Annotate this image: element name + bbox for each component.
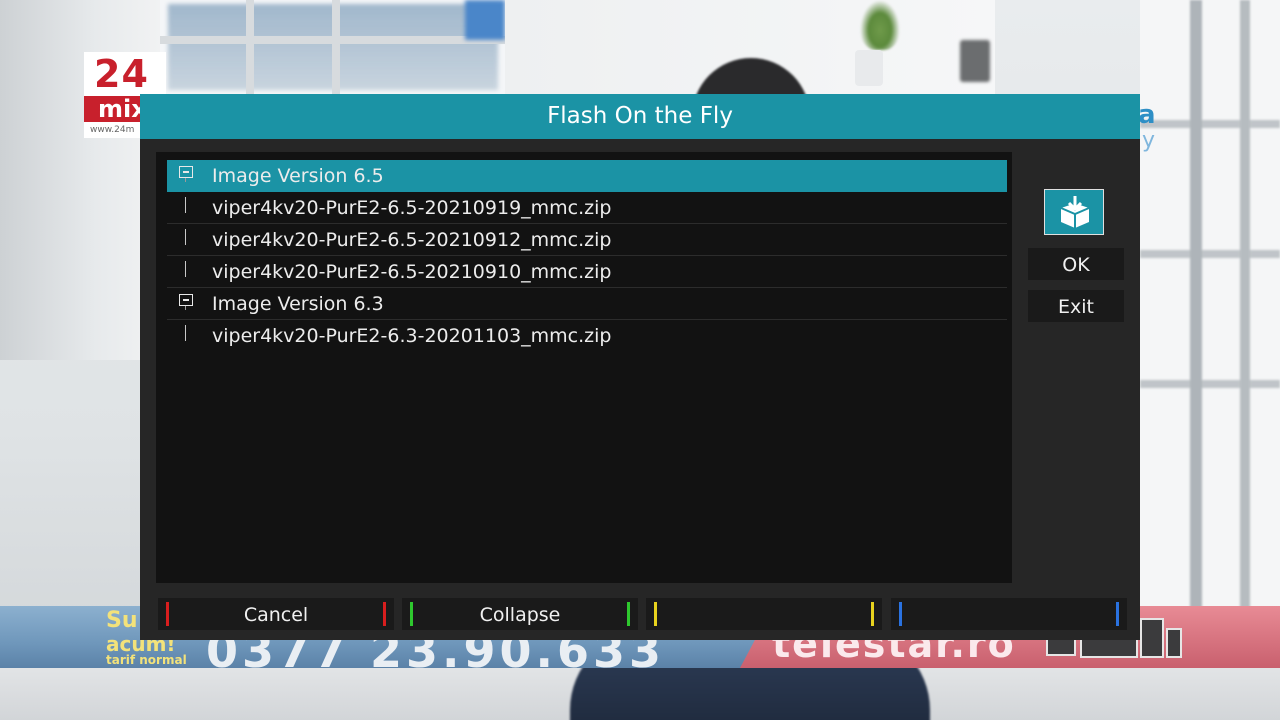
collapse-icon: [179, 166, 193, 182]
dialog-title-bar: Flash On the Fly: [140, 94, 1140, 139]
right-partial-logo-sub: y: [1142, 128, 1156, 153]
background-speaker: [960, 40, 990, 82]
list-group-row[interactable]: Image Version 6.5: [167, 160, 1007, 192]
background-plant-pot: [855, 50, 883, 86]
background-right-window-bars: [1140, 0, 1280, 610]
red-cancel-button[interactable]: Cancel: [158, 598, 394, 630]
red-key-marker: [383, 602, 386, 626]
download-box-icon: [1060, 196, 1090, 228]
ticker-promo-line3: tarif normal: [106, 653, 187, 667]
background-window-grid: [160, 0, 505, 95]
green-key-marker: [627, 602, 630, 626]
red-button-label: Cancel: [243, 604, 309, 626]
flash-on-the-fly-dialog: Flash On the Fly Image Version 6.5 viper…: [140, 94, 1140, 640]
collapse-icon: [179, 294, 193, 310]
green-button-label: Collapse: [479, 604, 561, 626]
channel-logo-number: 24: [94, 52, 149, 96]
yellow-button-label: [646, 598, 882, 630]
yellow-key-marker: [871, 602, 874, 626]
exit-button[interactable]: Exit: [1028, 290, 1124, 322]
list-file-row[interactable]: viper4kv20-PurE2-6.5-20210910_mmc.zip: [167, 256, 1007, 288]
green-collapse-button[interactable]: Collapse: [402, 598, 638, 630]
tablet-device-icon: [1140, 618, 1164, 658]
list-row-label: viper4kv20-PurE2-6.5-20210919_mmc.zip: [212, 197, 612, 219]
background-plant: [860, 0, 900, 50]
screen: 24 mix www.24m a y Su acum! tarif normal…: [0, 0, 1280, 720]
image-list[interactable]: Image Version 6.5 viper4kv20-PurE2-6.5-2…: [156, 152, 1012, 583]
tree-line-icon: [185, 229, 186, 245]
list-row-label: viper4kv20-PurE2-6.5-20210910_mmc.zip: [212, 261, 612, 283]
right-partial-logo: a: [1138, 100, 1156, 130]
background-sky: [465, 0, 505, 40]
download-box-button[interactable]: [1044, 189, 1104, 235]
list-row-label: viper4kv20-PurE2-6.3-20201103_mmc.zip: [212, 325, 612, 347]
list-row-label: Image Version 6.5: [212, 165, 384, 187]
list-row-label: Image Version 6.3: [212, 293, 384, 315]
list-file-row[interactable]: viper4kv20-PurE2-6.5-20210919_mmc.zip: [167, 192, 1007, 224]
channel-logo-url: www.24m: [90, 125, 135, 135]
ok-button[interactable]: OK: [1028, 248, 1124, 280]
tree-line-icon: [185, 197, 186, 213]
phone-device-icon: [1166, 628, 1182, 658]
blue-key-marker: [1116, 602, 1119, 626]
list-group-row[interactable]: Image Version 6.3: [167, 288, 1007, 320]
dialog-title: Flash On the Fly: [547, 103, 733, 129]
tree-line-icon: [185, 325, 186, 341]
list-file-row[interactable]: viper4kv20-PurE2-6.3-20201103_mmc.zip: [167, 320, 1007, 351]
tree-line-icon: [185, 261, 186, 277]
blue-button-label: [891, 598, 1127, 630]
list-row-label: viper4kv20-PurE2-6.5-20210912_mmc.zip: [212, 229, 612, 251]
yellow-button[interactable]: [646, 598, 882, 630]
list-file-row[interactable]: viper4kv20-PurE2-6.5-20210912_mmc.zip: [167, 224, 1007, 256]
blue-button[interactable]: [891, 598, 1127, 630]
